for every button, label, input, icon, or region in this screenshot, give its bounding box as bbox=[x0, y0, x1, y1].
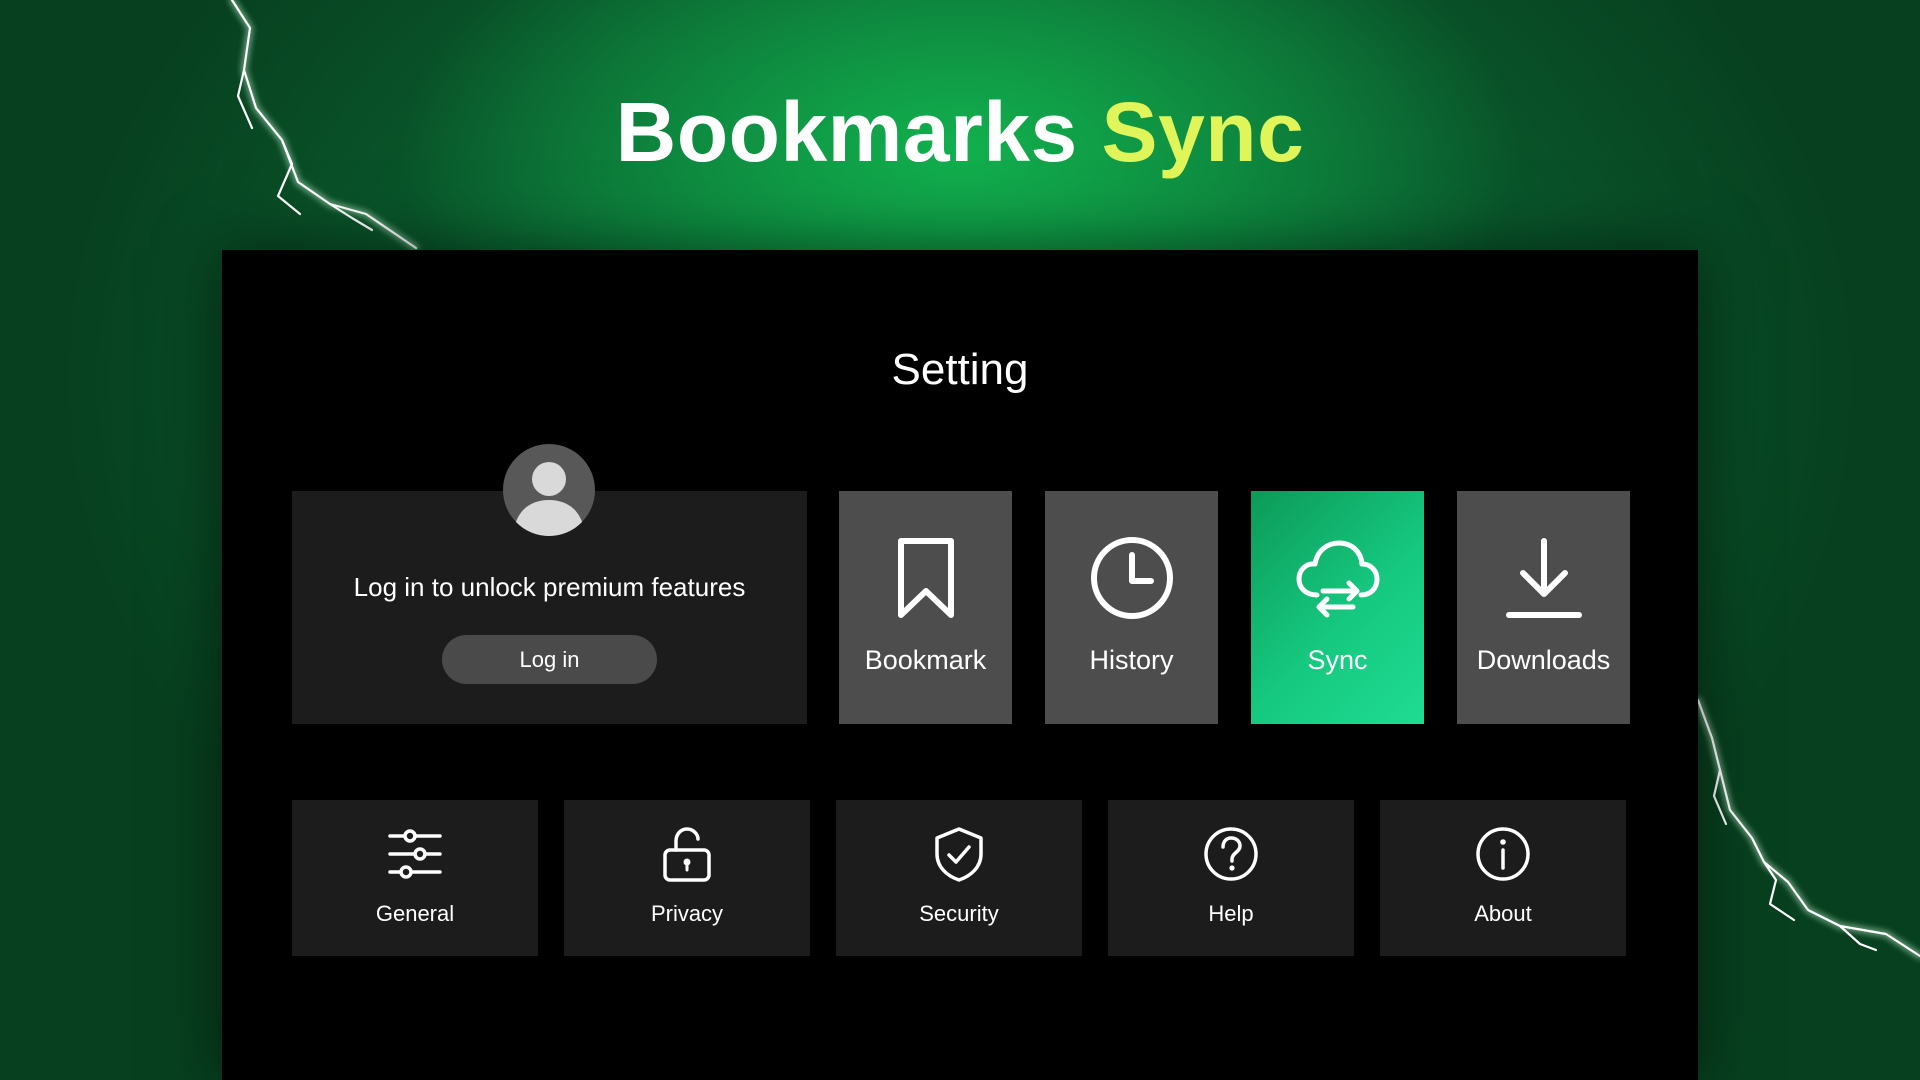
login-card: Log in to unlock premium features Log in bbox=[292, 444, 807, 724]
tile-help[interactable]: Help bbox=[1108, 800, 1354, 956]
tile-security-label: Security bbox=[919, 901, 999, 926]
cloud-sync-icon bbox=[1296, 540, 1380, 618]
question-circle-icon bbox=[1204, 827, 1258, 881]
tile-privacy-label: Privacy bbox=[650, 901, 724, 926]
hero-title-accent: Sync bbox=[1101, 85, 1305, 179]
hero-title-main: Bookmarks bbox=[615, 85, 1078, 179]
unlock-icon bbox=[663, 827, 711, 882]
info-circle-icon bbox=[1476, 827, 1530, 881]
tile-downloads-label: Downloads bbox=[1476, 645, 1611, 675]
hero-title: Bookmarks Sync bbox=[0, 82, 1920, 182]
tile-help-label: Help bbox=[1208, 901, 1254, 926]
tile-privacy[interactable]: Privacy bbox=[564, 800, 810, 956]
tile-bookmark[interactable]: Bookmark bbox=[839, 491, 1012, 724]
login-prompt: Log in to unlock premium features bbox=[353, 572, 746, 602]
settings-panel: Setting Log in to unlock premium feature… bbox=[222, 250, 1698, 1080]
download-icon bbox=[1506, 538, 1582, 618]
tile-about[interactable]: About bbox=[1380, 800, 1626, 956]
clock-icon bbox=[1091, 537, 1173, 619]
login-button[interactable]: Log in bbox=[442, 635, 657, 684]
tile-general[interactable]: General bbox=[292, 800, 538, 956]
tile-sync-label: Sync bbox=[1307, 645, 1368, 675]
tile-bookmark-label: Bookmark bbox=[864, 645, 987, 675]
tile-general-label: General bbox=[375, 901, 455, 926]
bookmark-icon bbox=[898, 538, 954, 618]
tile-about-label: About bbox=[1474, 901, 1532, 926]
lightning-decoration-right bbox=[1694, 696, 1920, 960]
sliders-icon bbox=[388, 829, 442, 879]
tile-downloads[interactable]: Downloads bbox=[1457, 491, 1630, 724]
tile-history-label: History bbox=[1089, 645, 1174, 675]
tile-history[interactable]: History bbox=[1045, 491, 1218, 724]
shield-check-icon bbox=[935, 827, 983, 882]
tile-security[interactable]: Security bbox=[836, 800, 1082, 956]
user-avatar-icon bbox=[503, 444, 595, 536]
page-title: Setting bbox=[891, 345, 1029, 394]
tile-sync[interactable]: Sync bbox=[1251, 491, 1424, 724]
